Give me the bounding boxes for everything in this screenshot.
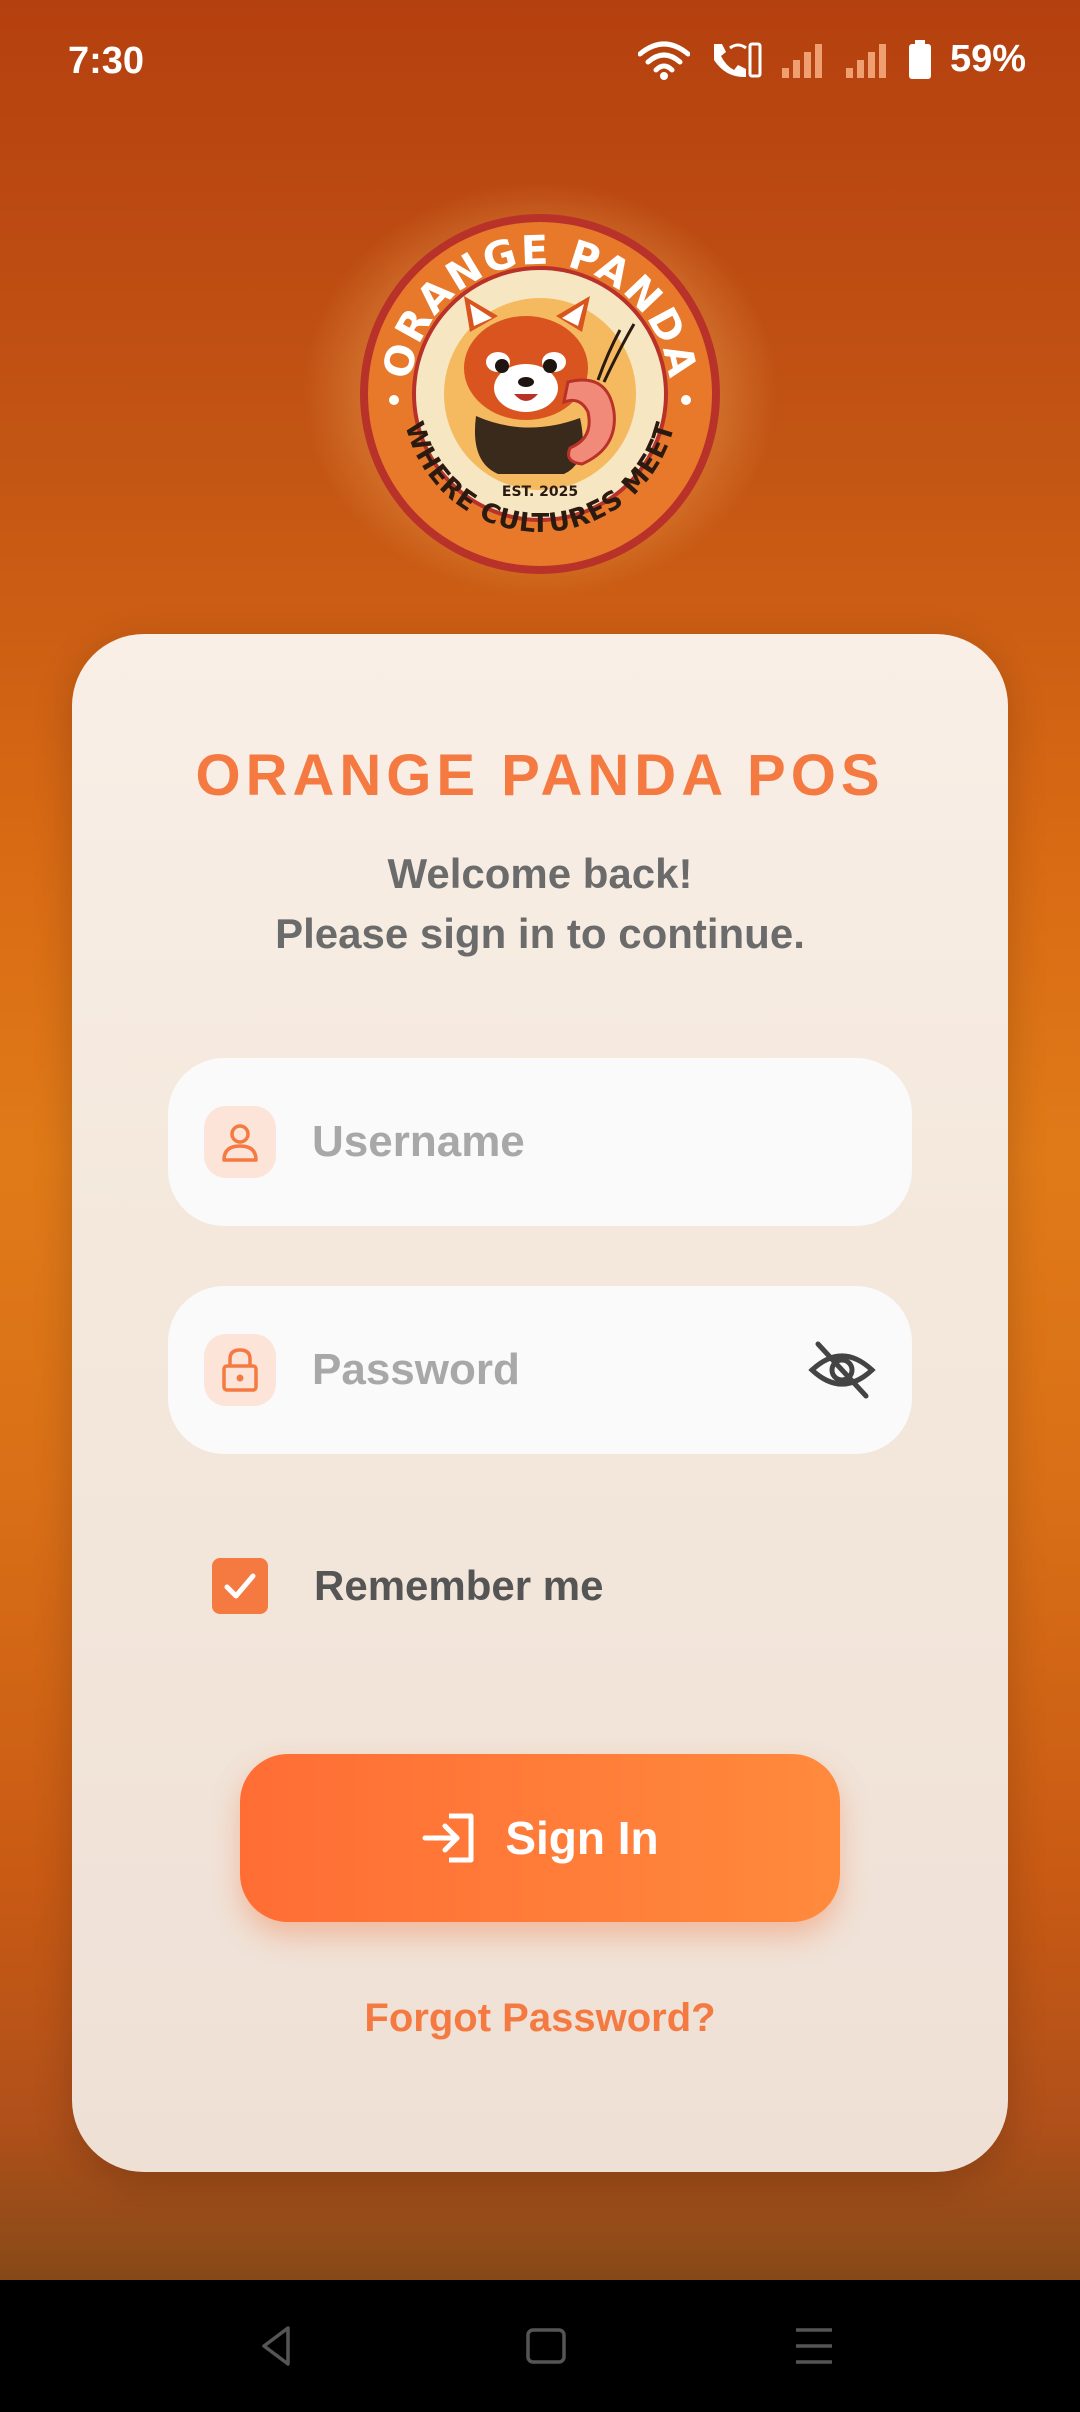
welcome-line-2: Please sign in to continue. [275, 910, 805, 957]
navigation-bar [0, 2280, 1080, 2412]
wifi-icon [637, 41, 690, 80]
recents-icon[interactable] [790, 2322, 838, 2370]
home-icon[interactable] [522, 2322, 570, 2370]
remember-me-row[interactable]: Remember me [212, 1556, 603, 1616]
status-time: 7:30 [68, 40, 145, 82]
password-field[interactable] [168, 1286, 912, 1454]
eye-off-icon[interactable] [808, 1338, 876, 1402]
remember-me-checkbox[interactable] [212, 1558, 268, 1614]
login-icon [422, 1813, 474, 1863]
battery-icon [908, 39, 931, 79]
person-icon [204, 1106, 276, 1178]
status-icons: 59% [637, 38, 1026, 81]
sign-in-button[interactable]: Sign In [240, 1754, 840, 1922]
back-icon[interactable] [254, 2322, 302, 2370]
battery-percentage: 59% [949, 38, 1026, 80]
wifi-calling-icon [713, 42, 762, 77]
welcome-line-1: Welcome back! [387, 850, 693, 897]
sign-in-label: Sign In [505, 1812, 659, 1864]
signal-2-icon [845, 43, 886, 78]
forgot-password-link[interactable]: Forgot Password? [72, 1996, 1008, 2041]
signal-1-icon [781, 43, 822, 78]
welcome-message: Welcome back! Please sign in to continue… [72, 844, 1008, 964]
app-title: ORANGE PANDA POS [195, 743, 885, 808]
orange-panda-logo: ORANGE PANDA WHERE CULTURES MEET EST. 20… [360, 214, 720, 574]
remember-me-label: Remember me [314, 1562, 604, 1609]
lock-icon [204, 1334, 276, 1406]
username-input[interactable] [312, 1102, 832, 1182]
username-field[interactable] [168, 1058, 912, 1226]
status-bar: 7:30 59% [0, 0, 1080, 120]
check-icon [224, 1573, 256, 1599]
login-card: ORANGE PANDA POS Welcome back! Please si… [72, 634, 1008, 2172]
svg-text:EST. 2025: EST. 2025 [502, 484, 578, 500]
password-input[interactable] [312, 1330, 832, 1410]
